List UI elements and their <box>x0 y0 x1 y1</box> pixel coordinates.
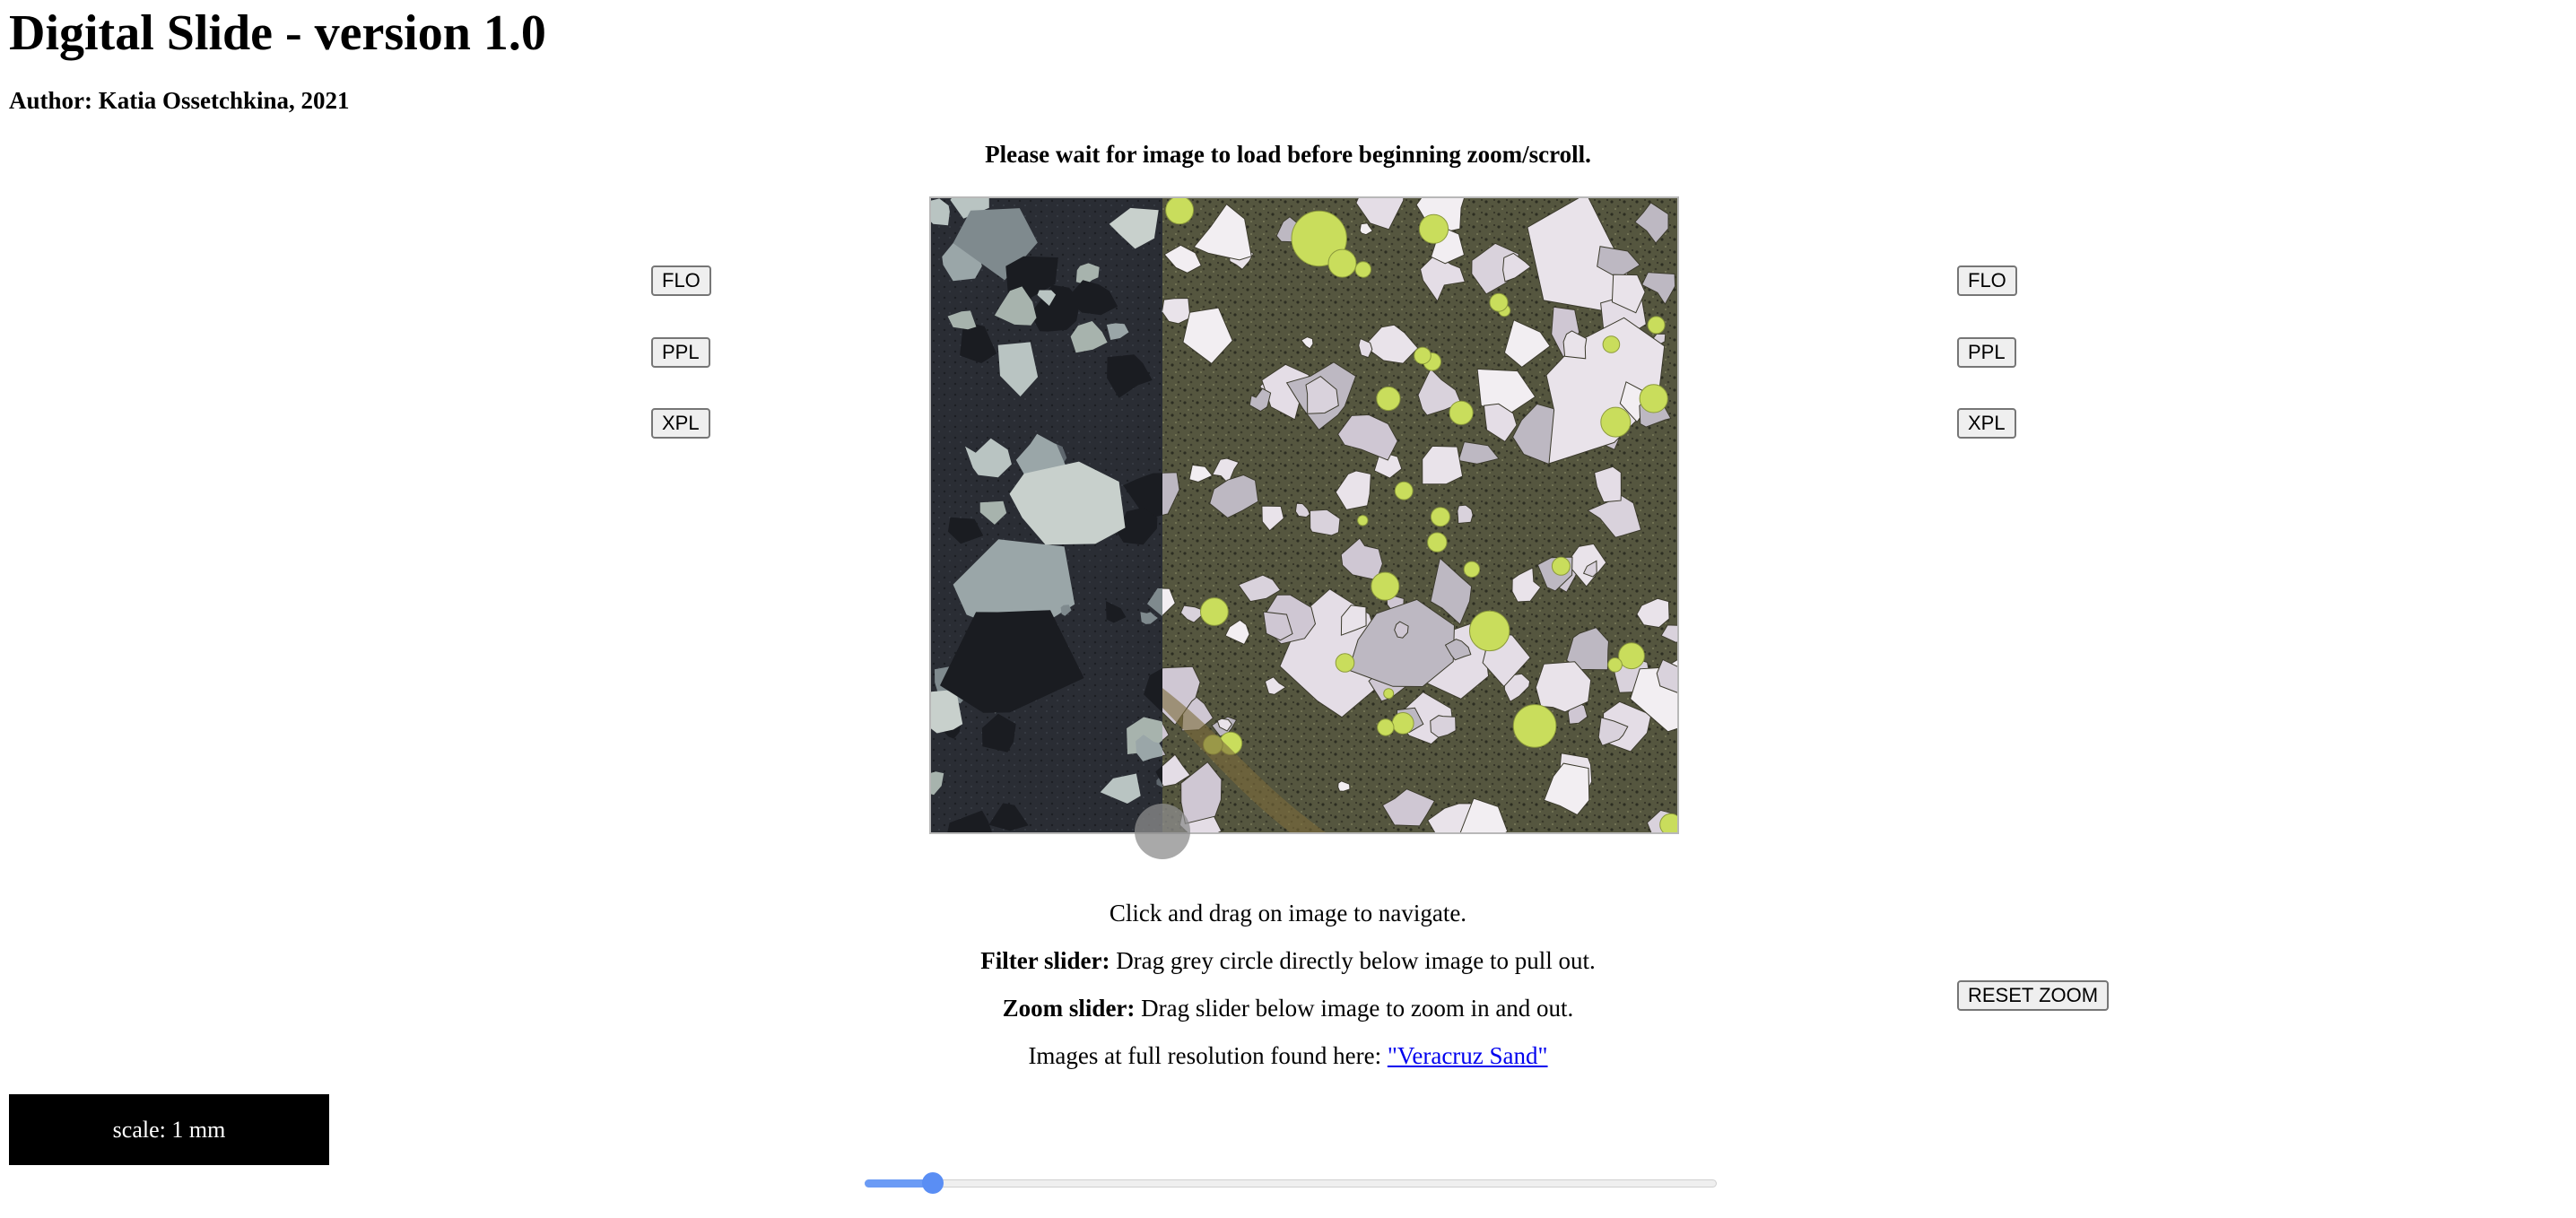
fluorescent-grain <box>1165 198 1195 225</box>
fluorescent-grain <box>1600 406 1632 438</box>
filter-instruction-text: Drag grey circle directly below image to… <box>1110 947 1596 974</box>
fluorescent-grain <box>1427 532 1448 552</box>
filter-instruction: Filter slider: Drag grey circle directly… <box>0 943 2576 979</box>
fluorescent-grain <box>1639 384 1668 413</box>
zoom-instruction-label: Zoom slider: <box>1002 995 1136 1022</box>
fluorescent-grain <box>1449 400 1474 425</box>
fluorescent-grain <box>1391 712 1414 735</box>
fluorescent-grain <box>1200 597 1229 626</box>
zoom-slider-track[interactable] <box>865 1179 1717 1188</box>
left-flo-button[interactable]: FLO <box>651 265 711 296</box>
fluorescent-grain <box>1602 335 1621 353</box>
filter-instruction-label: Filter slider: <box>980 947 1110 974</box>
page-title: Digital Slide - version 1.0 <box>9 5 546 61</box>
fluorescent-grain <box>1371 571 1400 601</box>
left-ppl-button[interactable]: PPL <box>651 337 710 368</box>
fluorescent-grain <box>1327 248 1357 278</box>
reset-zoom-button[interactable]: RESET ZOOM <box>1957 980 2110 1011</box>
fluorescent-grain <box>1383 688 1395 700</box>
fluorescent-grain <box>1647 316 1666 335</box>
author-line: Author: Katia Ossetchkina, 2021 <box>9 87 350 114</box>
fluorescent-grain <box>1463 561 1481 578</box>
slide-viewer[interactable] <box>929 196 1679 834</box>
fluorescent-grain <box>1430 507 1450 527</box>
right-flo-button[interactable]: FLO <box>1957 265 2017 296</box>
fluorescent-grain <box>1489 292 1509 312</box>
right-xpl-button[interactable]: XPL <box>1957 408 2016 439</box>
zoom-instruction-text: Drag slider below image to zoom in and o… <box>1135 995 1574 1022</box>
fluorescent-grain <box>1357 515 1369 526</box>
zoom-slider-thumb[interactable] <box>922 1172 944 1194</box>
right-ppl-button[interactable]: PPL <box>1957 337 2016 368</box>
fluorescent-grain <box>1469 610 1510 652</box>
fluorescent-grain <box>1335 653 1355 673</box>
zoom-instruction: Zoom slider: Drag slider below image to … <box>0 990 2576 1026</box>
scale-bar: scale: 1 mm <box>9 1094 329 1165</box>
fluorescent-grain <box>1354 261 1371 278</box>
fluorescent-grain <box>1607 657 1623 673</box>
loading-notice: Please wait for image to load before beg… <box>985 141 1591 168</box>
fluorescent-grain <box>1376 386 1401 412</box>
scale-label: scale: 1 mm <box>112 1116 226 1143</box>
fluorescent-grain <box>1418 213 1449 244</box>
navigate-instruction: Click and drag on image to navigate. <box>1109 900 1467 927</box>
fluorescent-grain <box>1512 704 1557 748</box>
fluorescent-grain <box>1551 556 1571 576</box>
fluorescent-grain <box>1377 718 1395 736</box>
mineral-grain <box>1422 445 1464 485</box>
veracruz-sand-link[interactable]: "Veracruz Sand" <box>1388 1042 1548 1069</box>
images-link-line: Images at full resolution found here: "V… <box>0 1038 2576 1074</box>
images-link-text: Images at full resolution found here: <box>1028 1042 1388 1069</box>
fluorescent-grain <box>1618 642 1645 670</box>
thin-section-image[interactable] <box>931 198 1677 832</box>
filter-slider-handle[interactable] <box>1135 804 1190 859</box>
fluorescent-grain <box>1414 346 1432 365</box>
left-xpl-button[interactable]: XPL <box>651 408 710 439</box>
fluorescent-grain <box>1394 481 1414 500</box>
